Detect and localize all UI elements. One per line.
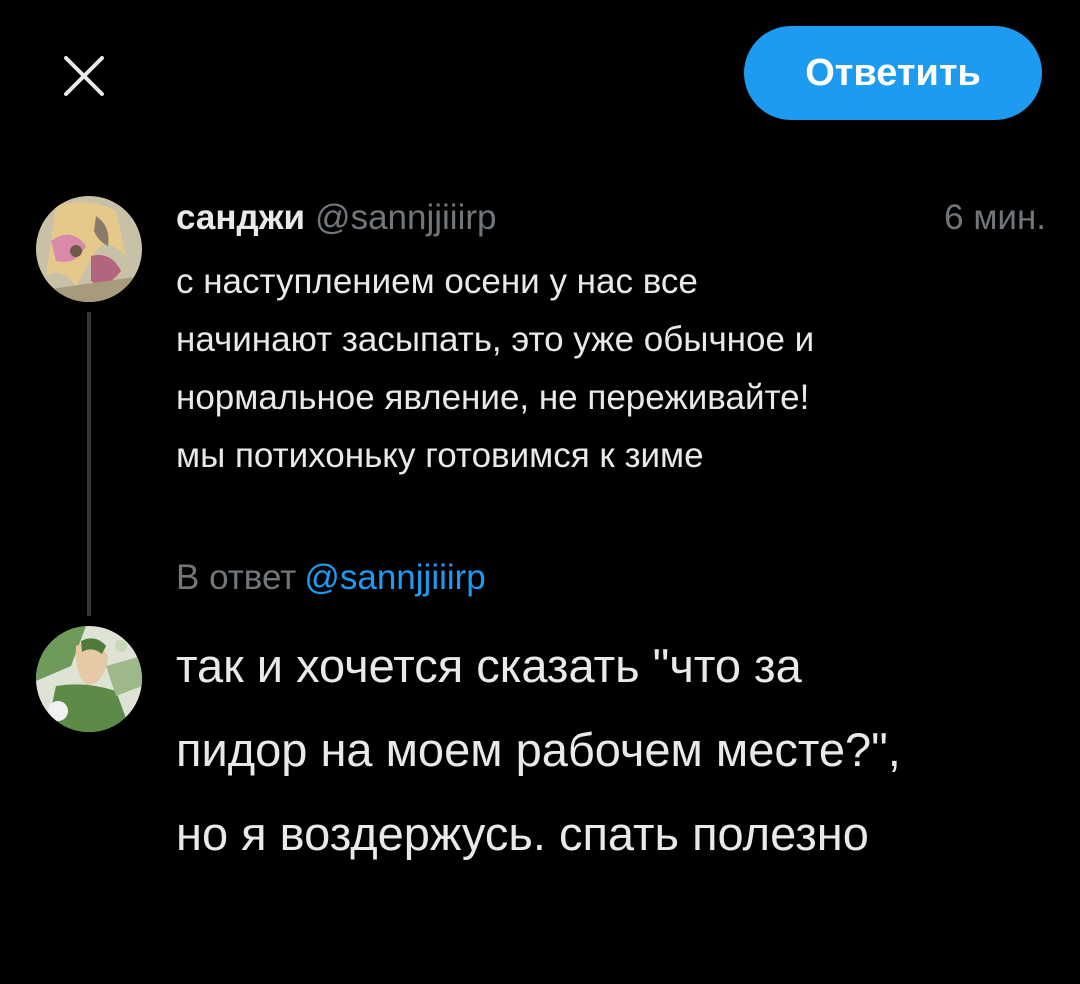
current-user-avatar[interactable] xyxy=(36,626,142,732)
close-icon xyxy=(64,56,104,96)
reply-compose-input[interactable]: так и хочется сказать "что за пидор на м… xyxy=(176,624,1056,876)
reply-context-prefix: В ответ xyxy=(176,558,297,597)
thread-line xyxy=(87,312,91,616)
avatar-image xyxy=(36,626,142,732)
reply-compose-screen: Ответить санджи @sannjjiiirp 6 мин. с нас… xyxy=(0,0,1080,984)
tweet-header: санджи @sannjjiiirp 6 мин. xyxy=(176,194,1046,242)
avatar-image xyxy=(36,196,142,302)
reply-context: В ответ @sannjjiiirp xyxy=(176,552,486,604)
reply-mention-link[interactable]: @sannjjiiirp xyxy=(304,558,485,597)
reply-button[interactable]: Ответить xyxy=(744,26,1042,120)
tweet-timestamp: 6 мин. xyxy=(944,198,1046,237)
close-button[interactable] xyxy=(52,44,116,108)
author-handle[interactable]: @sannjjiiirp xyxy=(315,198,496,237)
original-author-avatar[interactable] xyxy=(36,196,142,302)
tweet-text: с наступлением осени у нас все начинают … xyxy=(176,262,815,475)
author-name[interactable]: санджи xyxy=(176,198,305,237)
